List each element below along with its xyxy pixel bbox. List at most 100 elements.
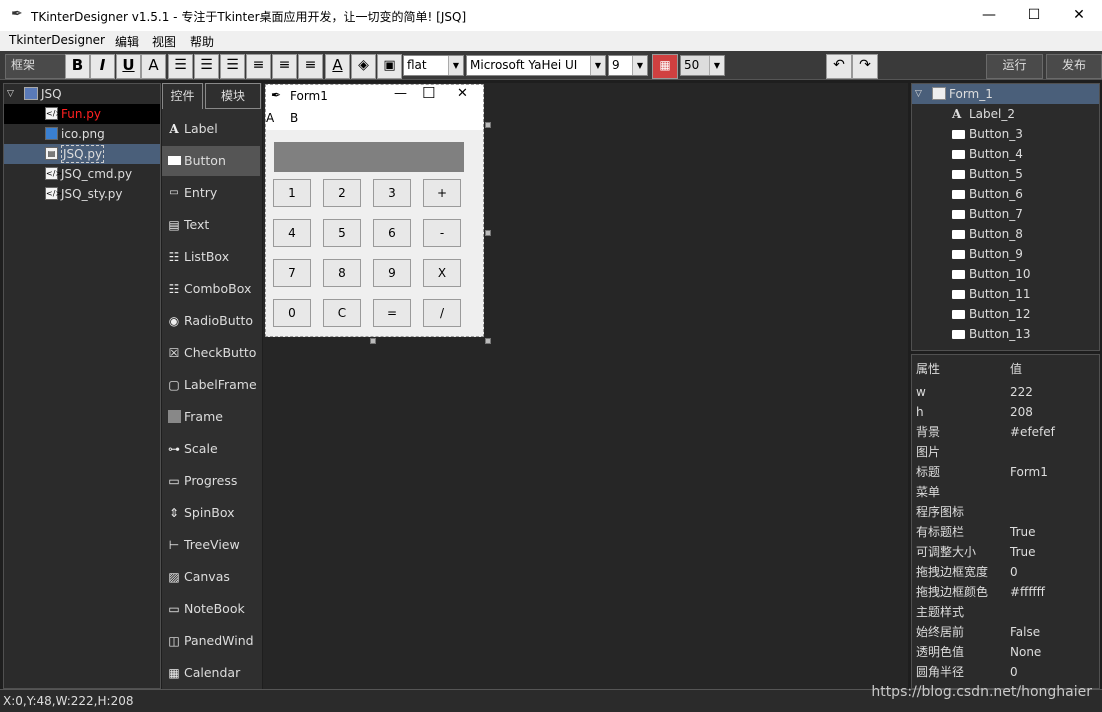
form-close-icon[interactable]: ✕	[457, 86, 468, 101]
align-right-icon[interactable]: ☰	[220, 54, 245, 79]
palette-item-labelframe[interactable]: ▢ LabelFrame	[162, 370, 260, 400]
object-item[interactable]: Button_12	[912, 304, 1099, 324]
object-item[interactable]: Button_8	[912, 224, 1099, 244]
calc-button-multiply[interactable]: X	[423, 259, 461, 287]
palette-item-notebook[interactable]: ▭ NoteBook	[162, 594, 260, 624]
calc-button-5[interactable]: 5	[323, 219, 361, 247]
palette-item-spinbox[interactable]: ⇕ SpinBox	[162, 498, 260, 528]
property-row[interactable]: 程序图标	[912, 502, 1099, 522]
form-menu-b[interactable]: B	[290, 111, 298, 125]
palette-item-panedwindow[interactable]: ◫ PanedWind	[162, 626, 260, 656]
calc-button-8[interactable]: 8	[323, 259, 361, 287]
palette-item-label[interactable]: A Label	[162, 114, 260, 144]
object-item[interactable]: Button_11	[912, 284, 1099, 304]
grid-icon[interactable]: ▦	[652, 54, 678, 79]
palette-item-frame[interactable]: Frame	[162, 402, 260, 432]
object-root[interactable]: ▽ Form_1	[912, 84, 1099, 104]
calc-button-6[interactable]: 6	[373, 219, 411, 247]
property-row[interactable]: h 208	[912, 402, 1099, 422]
object-item[interactable]: Button_3	[912, 124, 1099, 144]
undo-icon[interactable]: ↶	[826, 54, 852, 79]
calc-button-4[interactable]: 4	[273, 219, 311, 247]
file-ico-png[interactable]: ico.png	[4, 124, 160, 144]
file-fun-py[interactable]: </> Fun.py	[4, 104, 160, 124]
object-item[interactable]: A Label_2	[912, 104, 1099, 124]
resize-handle[interactable]	[370, 338, 376, 344]
redo-icon[interactable]: ↷	[852, 54, 878, 79]
minimize-button[interactable]: —	[966, 0, 1012, 31]
fill-color-icon[interactable]: ◈	[351, 54, 376, 79]
object-item[interactable]: Button_5	[912, 164, 1099, 184]
align-left-icon[interactable]: ☰	[168, 54, 193, 79]
property-row[interactable]: 拖拽边框宽度 0	[912, 562, 1099, 582]
calc-button-plus[interactable]: +	[423, 179, 461, 207]
align-bottom-icon[interactable]: ≡	[298, 54, 323, 79]
tab-controls[interactable]: 控件	[162, 83, 203, 109]
form-maximize-icon[interactable]: ☐	[422, 84, 435, 102]
menu-edit[interactable]: 编辑	[115, 33, 139, 50]
property-row[interactable]: 圆角半径 0	[912, 662, 1099, 682]
project-root[interactable]: ▽ JSQ	[4, 84, 160, 104]
calc-button-equals[interactable]: =	[373, 299, 411, 327]
align-middle-icon[interactable]: ≡	[272, 54, 297, 79]
resize-handle[interactable]	[485, 122, 491, 128]
calc-button-3[interactable]: 3	[373, 179, 411, 207]
form-menu-a[interactable]: A	[266, 111, 274, 125]
palette-item-treeview[interactable]: ⊢ TreeView	[162, 530, 260, 560]
calc-button-clear[interactable]: C	[323, 299, 361, 327]
calc-button-minus[interactable]: -	[423, 219, 461, 247]
property-row[interactable]: 图片	[912, 442, 1099, 462]
object-item[interactable]: Button_6	[912, 184, 1099, 204]
palette-item-text[interactable]: ▤ Text	[162, 210, 260, 240]
image-icon[interactable]: ▣	[377, 54, 402, 79]
close-button[interactable]: ✕	[1056, 0, 1102, 31]
align-top-icon[interactable]: ≡	[246, 54, 271, 79]
object-item[interactable]: Button_10	[912, 264, 1099, 284]
calc-button-1[interactable]: 1	[273, 179, 311, 207]
palette-item-button[interactable]: Button	[162, 146, 260, 176]
font-button[interactable]: A	[141, 54, 166, 79]
property-row[interactable]: 背景 #efefef	[912, 422, 1099, 442]
font-size-select[interactable]: 9 ▼	[608, 55, 648, 76]
alpha-select[interactable]: 50 ▼	[680, 55, 725, 76]
object-item[interactable]: Button_7	[912, 204, 1099, 224]
resize-handle[interactable]	[485, 338, 491, 344]
palette-item-entry[interactable]: ▭ Entry	[162, 178, 260, 208]
palette-item-scale[interactable]: ⊶ Scale	[162, 434, 260, 464]
property-row[interactable]: 透明色值 None	[912, 642, 1099, 662]
calc-button-9[interactable]: 9	[373, 259, 411, 287]
publish-button[interactable]: 发布	[1046, 54, 1102, 79]
object-item[interactable]: Button_13	[912, 324, 1099, 344]
calc-button-2[interactable]: 2	[323, 179, 361, 207]
object-item[interactable]: Button_4	[912, 144, 1099, 164]
object-item[interactable]: Button_9	[912, 244, 1099, 264]
bold-button[interactable]: B	[65, 54, 90, 79]
run-button[interactable]: 运行	[986, 54, 1043, 79]
maximize-button[interactable]: ☐	[1011, 0, 1057, 31]
file-jsq-py[interactable]: ▤ JSQ.py	[4, 144, 160, 164]
align-center-icon[interactable]: ☰	[194, 54, 219, 79]
property-row[interactable]: w 222	[912, 382, 1099, 402]
menu-tkinterdesigner[interactable]: TkinterDesigner	[9, 33, 105, 47]
italic-button[interactable]: I	[90, 54, 115, 79]
frame-select[interactable]: 框架	[5, 54, 68, 79]
palette-item-calendar[interactable]: ▦ Calendar	[162, 658, 260, 688]
property-row[interactable]: 可调整大小 True	[912, 542, 1099, 562]
font-color-icon[interactable]: A	[325, 54, 350, 79]
property-row[interactable]: 标题 Form1	[912, 462, 1099, 482]
font-family-select[interactable]: Microsoft YaHei UI ▼	[466, 55, 606, 76]
file-jsq-cmd-py[interactable]: </> JSQ_cmd.py	[4, 164, 160, 184]
palette-item-radiobutton[interactable]: ◉ RadioButto	[162, 306, 260, 336]
calc-button-7[interactable]: 7	[273, 259, 311, 287]
palette-item-combobox[interactable]: ☷ ComboBox	[162, 274, 260, 304]
palette-item-progress[interactable]: ▭ Progress	[162, 466, 260, 496]
resize-handle[interactable]	[485, 230, 491, 236]
property-row[interactable]: 始终居前 False	[912, 622, 1099, 642]
form-preview[interactable]: ✒ Form1 — ☐ ✕ A B 1 2 3 + 4 5 6 - 7 8 9 …	[265, 84, 484, 337]
palette-item-checkbutton[interactable]: ☒ CheckButto	[162, 338, 260, 368]
palette-item-listbox[interactable]: ☷ ListBox	[162, 242, 260, 272]
underline-button[interactable]: U	[116, 54, 141, 79]
form-minimize-icon[interactable]: —	[394, 86, 407, 101]
relief-select[interactable]: flat ▼	[403, 55, 464, 76]
property-row[interactable]: 菜单	[912, 482, 1099, 502]
